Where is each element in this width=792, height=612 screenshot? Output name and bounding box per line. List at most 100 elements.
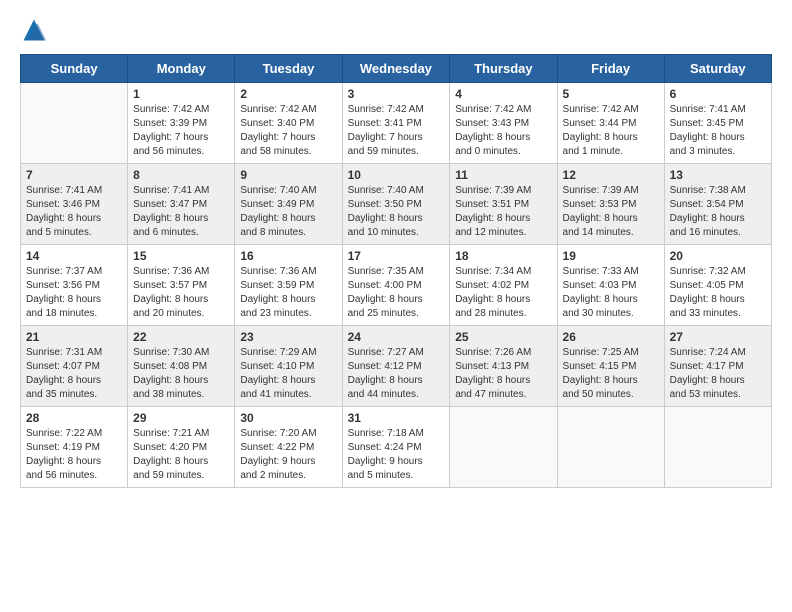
day-info: Sunrise: 7:40 AMSunset: 3:50 PMDaylight:…: [348, 184, 445, 240]
weekday-header-tuesday: Tuesday: [235, 55, 342, 83]
day-number: 5: [563, 87, 659, 101]
day-number: 3: [348, 87, 445, 101]
day-info: Sunrise: 7:42 AMSunset: 3:44 PMDaylight:…: [563, 103, 659, 159]
day-info: Sunrise: 7:22 AMSunset: 4:19 PMDaylight:…: [26, 427, 122, 483]
day-info: Sunrise: 7:32 AMSunset: 4:05 PMDaylight:…: [670, 265, 766, 321]
day-cell: 3 Sunrise: 7:42 AMSunset: 3:41 PMDaylight…: [342, 83, 450, 164]
day-cell: 2 Sunrise: 7:42 AMSunset: 3:40 PMDaylight…: [235, 83, 342, 164]
day-cell: 4 Sunrise: 7:42 AMSunset: 3:43 PMDaylight…: [450, 83, 557, 164]
week-row-4: 21 Sunrise: 7:31 AMSunset: 4:07 PMDayligh…: [21, 326, 772, 407]
day-number: 30: [240, 411, 336, 425]
day-number: 9: [240, 168, 336, 182]
week-row-2: 7 Sunrise: 7:41 AMSunset: 3:46 PMDaylight…: [21, 164, 772, 245]
day-number: 12: [563, 168, 659, 182]
day-info: Sunrise: 7:24 AMSunset: 4:17 PMDaylight:…: [670, 346, 766, 402]
day-cell: [557, 407, 664, 488]
day-cell: 21 Sunrise: 7:31 AMSunset: 4:07 PMDayligh…: [21, 326, 128, 407]
day-cell: 29 Sunrise: 7:21 AMSunset: 4:20 PMDayligh…: [128, 407, 235, 488]
day-number: 7: [26, 168, 122, 182]
day-cell: 5 Sunrise: 7:42 AMSunset: 3:44 PMDaylight…: [557, 83, 664, 164]
header: [20, 16, 772, 44]
day-cell: 18 Sunrise: 7:34 AMSunset: 4:02 PMDayligh…: [450, 245, 557, 326]
weekday-header-friday: Friday: [557, 55, 664, 83]
day-info: Sunrise: 7:35 AMSunset: 4:00 PMDaylight:…: [348, 265, 445, 321]
weekday-header-row: SundayMondayTuesdayWednesdayThursdayFrid…: [21, 55, 772, 83]
day-info: Sunrise: 7:41 AMSunset: 3:47 PMDaylight:…: [133, 184, 229, 240]
day-info: Sunrise: 7:42 AMSunset: 3:43 PMDaylight:…: [455, 103, 551, 159]
day-info: Sunrise: 7:36 AMSunset: 3:59 PMDaylight:…: [240, 265, 336, 321]
day-cell: 20 Sunrise: 7:32 AMSunset: 4:05 PMDayligh…: [664, 245, 771, 326]
weekday-header-monday: Monday: [128, 55, 235, 83]
day-info: Sunrise: 7:27 AMSunset: 4:12 PMDaylight:…: [348, 346, 445, 402]
day-cell: 13 Sunrise: 7:38 AMSunset: 3:54 PMDayligh…: [664, 164, 771, 245]
day-number: 29: [133, 411, 229, 425]
day-cell: 8 Sunrise: 7:41 AMSunset: 3:47 PMDaylight…: [128, 164, 235, 245]
day-number: 31: [348, 411, 445, 425]
day-number: 13: [670, 168, 766, 182]
day-number: 4: [455, 87, 551, 101]
day-cell: 26Sunrise: 7:25 AMSunset: 4:15 PMDayligh…: [557, 326, 664, 407]
day-number: 10: [348, 168, 445, 182]
day-cell: 14 Sunrise: 7:37 AMSunset: 3:56 PMDayligh…: [21, 245, 128, 326]
day-cell: 15 Sunrise: 7:36 AMSunset: 3:57 PMDayligh…: [128, 245, 235, 326]
day-cell: [664, 407, 771, 488]
weekday-header-sunday: Sunday: [21, 55, 128, 83]
page: SundayMondayTuesdayWednesdayThursdayFrid…: [0, 0, 792, 498]
day-info: Sunrise: 7:41 AMSunset: 3:46 PMDaylight:…: [26, 184, 122, 240]
day-cell: 6 Sunrise: 7:41 AMSunset: 3:45 PMDaylight…: [664, 83, 771, 164]
day-number: 23: [240, 330, 336, 344]
day-info: Sunrise: 7:29 AMSunset: 4:10 PMDaylight:…: [240, 346, 336, 402]
day-cell: 17 Sunrise: 7:35 AMSunset: 4:00 PMDayligh…: [342, 245, 450, 326]
day-info: Sunrise: 7:21 AMSunset: 4:20 PMDaylight:…: [133, 427, 229, 483]
calendar: SundayMondayTuesdayWednesdayThursdayFrid…: [20, 54, 772, 488]
day-number: 15: [133, 249, 229, 263]
logo-icon: [20, 16, 48, 44]
day-number: 16: [240, 249, 336, 263]
weekday-header-wednesday: Wednesday: [342, 55, 450, 83]
day-cell: 28 Sunrise: 7:22 AMSunset: 4:19 PMDayligh…: [21, 407, 128, 488]
week-row-3: 14 Sunrise: 7:37 AMSunset: 3:56 PMDayligh…: [21, 245, 772, 326]
day-cell: 24 Sunrise: 7:27 AMSunset: 4:12 PMDayligh…: [342, 326, 450, 407]
day-number: 27: [670, 330, 766, 344]
day-cell: [21, 83, 128, 164]
day-number: 6: [670, 87, 766, 101]
day-number: 28: [26, 411, 122, 425]
day-info: Sunrise: 7:39 AMSunset: 3:53 PMDaylight:…: [563, 184, 659, 240]
day-cell: 12 Sunrise: 7:39 AMSunset: 3:53 PMDayligh…: [557, 164, 664, 245]
day-info: Sunrise: 7:36 AMSunset: 3:57 PMDaylight:…: [133, 265, 229, 321]
day-info: Sunrise: 7:42 AMSunset: 3:41 PMDaylight:…: [348, 103, 445, 159]
day-number: 11: [455, 168, 551, 182]
day-number: 8: [133, 168, 229, 182]
day-info: Sunrise: 7:42 AMSunset: 3:40 PMDaylight:…: [240, 103, 336, 159]
day-number: 24: [348, 330, 445, 344]
day-info: Sunrise: 7:26 AMSunset: 4:13 PMDaylight:…: [455, 346, 551, 402]
day-cell: 10 Sunrise: 7:40 AMSunset: 3:50 PMDayligh…: [342, 164, 450, 245]
day-cell: 9 Sunrise: 7:40 AMSunset: 3:49 PMDaylight…: [235, 164, 342, 245]
day-number: 20: [670, 249, 766, 263]
day-info: Sunrise: 7:40 AMSunset: 3:49 PMDaylight:…: [240, 184, 336, 240]
day-number: 14: [26, 249, 122, 263]
day-number: 18: [455, 249, 551, 263]
day-cell: 16 Sunrise: 7:36 AMSunset: 3:59 PMDayligh…: [235, 245, 342, 326]
day-cell: 27 Sunrise: 7:24 AMSunset: 4:17 PMDayligh…: [664, 326, 771, 407]
day-cell: 1Sunrise: 7:42 AMSunset: 3:39 PMDaylight…: [128, 83, 235, 164]
day-cell: 25Sunrise: 7:26 AMSunset: 4:13 PMDayligh…: [450, 326, 557, 407]
day-info: Sunrise: 7:18 AMSunset: 4:24 PMDaylight:…: [348, 427, 445, 483]
day-info: Sunrise: 7:31 AMSunset: 4:07 PMDaylight:…: [26, 346, 122, 402]
day-info: Sunrise: 7:38 AMSunset: 3:54 PMDaylight:…: [670, 184, 766, 240]
day-number: 19: [563, 249, 659, 263]
weekday-header-saturday: Saturday: [664, 55, 771, 83]
day-info: Sunrise: 7:39 AMSunset: 3:51 PMDaylight:…: [455, 184, 551, 240]
day-cell: 31 Sunrise: 7:18 AMSunset: 4:24 PMDayligh…: [342, 407, 450, 488]
day-info: Sunrise: 7:37 AMSunset: 3:56 PMDaylight:…: [26, 265, 122, 321]
day-number: 2: [240, 87, 336, 101]
day-number: 21: [26, 330, 122, 344]
week-row-1: 1Sunrise: 7:42 AMSunset: 3:39 PMDaylight…: [21, 83, 772, 164]
day-cell: 22Sunrise: 7:30 AMSunset: 4:08 PMDayligh…: [128, 326, 235, 407]
day-cell: 19Sunrise: 7:33 AMSunset: 4:03 PMDayligh…: [557, 245, 664, 326]
day-cell: [450, 407, 557, 488]
day-number: 17: [348, 249, 445, 263]
day-info: Sunrise: 7:34 AMSunset: 4:02 PMDaylight:…: [455, 265, 551, 321]
week-row-5: 28 Sunrise: 7:22 AMSunset: 4:19 PMDayligh…: [21, 407, 772, 488]
day-info: Sunrise: 7:41 AMSunset: 3:45 PMDaylight:…: [670, 103, 766, 159]
